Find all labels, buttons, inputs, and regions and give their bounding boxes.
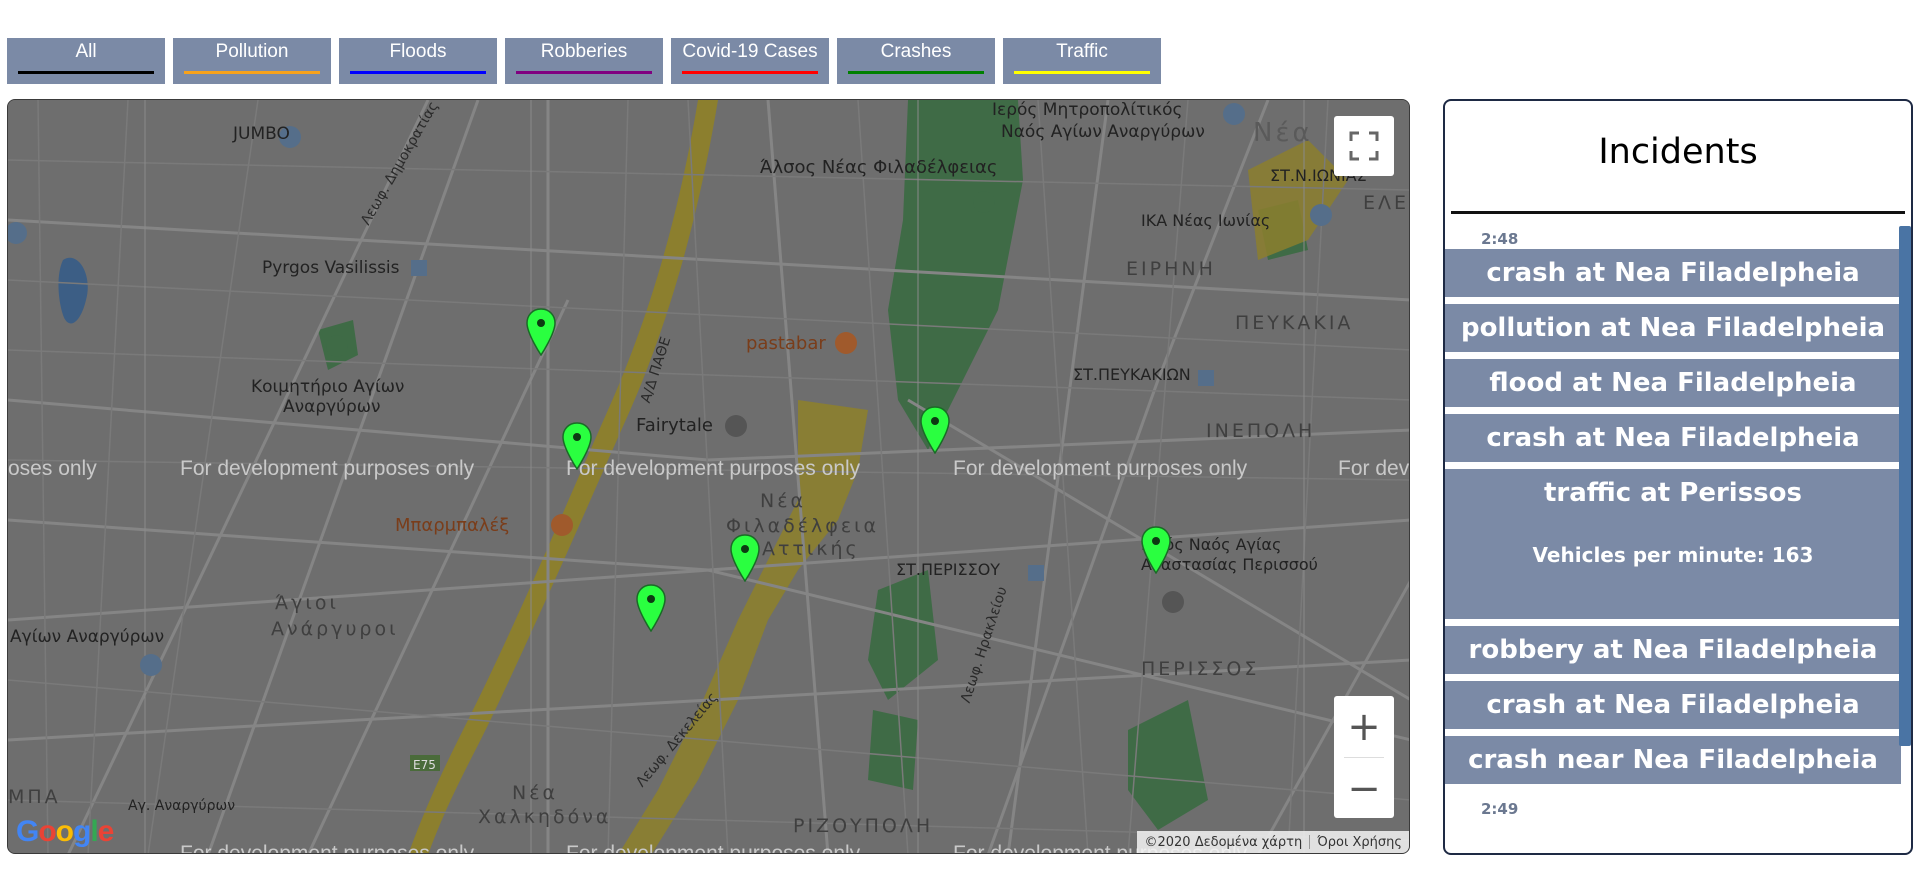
- area-label: ΠΕΡΙΣΣΟΣ: [1141, 658, 1260, 680]
- area-label: Αττικής: [762, 538, 860, 560]
- zoom-control: + −: [1334, 696, 1394, 818]
- fullscreen-button[interactable]: [1334, 116, 1394, 176]
- incident-card[interactable]: flood at Nea Filadelpheia: [1445, 359, 1901, 407]
- incident-map[interactable]: JUMBO Ιερός Μητροπολίτικός Ναός Αγίων Αν…: [7, 99, 1410, 854]
- map-pin-icon[interactable]: [730, 534, 760, 582]
- area-label: Νέα: [760, 490, 807, 512]
- area-label: ΙΝΕΠΟΛΗ: [1206, 420, 1316, 442]
- incident-label: traffic at Perissos: [1544, 478, 1802, 508]
- place-label: Αγίων Αναργύρων: [10, 627, 165, 647]
- filter-underline: [18, 71, 154, 74]
- filter-crashes-button[interactable]: Crashes: [837, 38, 995, 84]
- place-label: Κοιμητήριο Αγίων: [251, 377, 405, 397]
- incident-label: pollution at Nea Filadelpheia: [1460, 313, 1886, 343]
- area-label: Άγιοι: [275, 592, 339, 614]
- area-label: Ανάργυροι: [271, 618, 399, 640]
- dev-watermark: For dev: [1338, 457, 1410, 480]
- filter-covid-button[interactable]: Covid-19 Cases: [671, 38, 829, 84]
- place-label: Fairytale: [636, 415, 713, 436]
- place-label: pastabar: [746, 333, 826, 354]
- area-label: ΕΛΕ: [1363, 192, 1410, 214]
- filter-underline: [682, 71, 818, 74]
- zoom-in-button[interactable]: +: [1334, 696, 1394, 757]
- incident-label: crash at Nea Filadelpheia: [1486, 423, 1860, 453]
- terms-link[interactable]: Όροι Χρήσης: [1310, 835, 1409, 850]
- dev-watermark: For development purposes only: [566, 842, 861, 854]
- incidents-title: Incidents: [1598, 132, 1758, 172]
- filter-label: Crashes: [880, 41, 952, 62]
- map-pin-icon[interactable]: [920, 406, 950, 454]
- dev-watermark: For development purposes only: [180, 842, 475, 854]
- filter-underline: [848, 71, 984, 74]
- incident-label: flood at Nea Filadelpheia: [1489, 368, 1857, 398]
- filter-underline: [184, 71, 320, 74]
- area-label: ΕΙΡΗΝΗ: [1126, 258, 1216, 280]
- fullscreen-icon: [1349, 131, 1379, 161]
- incident-detail: Vehicles per minute: 163: [1532, 543, 1814, 567]
- app-root: All Pollution Floods Robberies Covid-19 …: [0, 0, 1915, 885]
- incident-card[interactable]: crash near Nea Filadelpheia: [1445, 736, 1901, 784]
- filter-label: Pollution: [215, 41, 289, 62]
- incident-card[interactable]: pollution at Nea Filadelpheia: [1445, 304, 1901, 352]
- filter-underline: [1014, 71, 1150, 74]
- incident-label: crash near Nea Filadelpheia: [1468, 745, 1878, 775]
- map-attribution: ©2020 Δεδομένα χάρτη Όροι Χρήσης: [1137, 831, 1409, 853]
- place-label: ΣΤ.ΠΕΥΚΑΚΙΩΝ: [1073, 365, 1191, 384]
- place-label: Pyrgos Vasilissis: [262, 258, 400, 278]
- area-label: ΠΕΥΚΑΚΙΑ: [1235, 312, 1354, 334]
- road-label: E75: [413, 758, 436, 772]
- incidents-panel: Incidents 2:48 crash at Nea Filadelpheia…: [1443, 99, 1913, 855]
- time-stamp: 2:49: [1481, 800, 1519, 818]
- incident-scrollbar[interactable]: [1899, 226, 1911, 746]
- map-pin-icon[interactable]: [1141, 526, 1171, 574]
- incident-card-expanded[interactable]: traffic at Perissos Vehicles per minute:…: [1445, 469, 1901, 619]
- incident-label: robbery at Nea Filadelpheia: [1468, 635, 1878, 665]
- place-label: Αναργύρων: [283, 397, 381, 417]
- zoom-out-button[interactable]: −: [1334, 758, 1394, 819]
- area-label: ΜΠΑ: [8, 786, 61, 808]
- place-label: Ναός Αγίων Αναργύρων: [1001, 122, 1205, 142]
- incident-card[interactable]: crash at Nea Filadelpheia: [1445, 681, 1901, 729]
- filter-label: Traffic: [1056, 41, 1108, 62]
- map-pin-icon[interactable]: [636, 584, 666, 632]
- incident-list[interactable]: 2:48 crash at Nea Filadelpheia pollution…: [1445, 221, 1901, 819]
- place-label: JUMBO: [233, 124, 290, 144]
- filter-robberies-button[interactable]: Robberies: [505, 38, 663, 84]
- place-label: Αγ. Αναργύρων: [128, 798, 236, 814]
- title-divider: [1451, 211, 1905, 214]
- incident-label: crash at Nea Filadelpheia: [1486, 690, 1860, 720]
- dev-watermark: oses only: [8, 457, 97, 480]
- google-logo: Google: [16, 815, 114, 848]
- filter-all-button[interactable]: All: [7, 38, 165, 84]
- incident-card[interactable]: crash at Nea Filadelpheia: [1445, 249, 1901, 297]
- incident-label: crash at Nea Filadelpheia: [1486, 258, 1860, 288]
- filter-label: All: [75, 41, 97, 62]
- filter-traffic-button[interactable]: Traffic: [1003, 38, 1161, 84]
- filter-underline: [516, 71, 652, 74]
- map-pin-icon[interactable]: [562, 422, 592, 470]
- filter-label: Covid-19 Cases: [682, 41, 818, 62]
- dev-watermark: For development purposes only: [953, 457, 1248, 480]
- place-label: ΙΚΑ Νέας Ιωνίας: [1141, 211, 1271, 230]
- incident-card[interactable]: robbery at Nea Filadelpheia: [1445, 626, 1901, 674]
- place-label: Ιερός Μητροπολίτικός: [992, 100, 1183, 120]
- dev-watermark: For development purposes only: [566, 457, 861, 480]
- area-label: Νέα: [1253, 118, 1313, 148]
- filter-pollution-button[interactable]: Pollution: [173, 38, 331, 84]
- map-pin-icon[interactable]: [526, 308, 556, 356]
- copyright-text: ©2020 Δεδομένα χάρτη: [1144, 834, 1303, 850]
- area-label: Νέα: [512, 782, 559, 804]
- filter-floods-button[interactable]: Floods: [339, 38, 497, 84]
- area-label: Χαλκηδόνα: [478, 806, 612, 828]
- filter-label: Floods: [389, 41, 447, 62]
- place-label: ΣΤ.ΠΕΡΙΣΣΟΥ: [896, 560, 1001, 579]
- time-stamp: 2:48: [1481, 230, 1519, 248]
- filter-label: Robberies: [540, 41, 628, 62]
- place-label: Άλσος Νέας Φιλαδέλφειας: [760, 157, 998, 178]
- area-label: ΡΙΖΟΥΠΟΛΗ: [793, 815, 934, 837]
- place-label: Μπαρμπαλέξ: [395, 515, 510, 536]
- incident-card[interactable]: crash at Nea Filadelpheia: [1445, 414, 1901, 462]
- dev-watermark: For development purposes only: [180, 457, 475, 480]
- filter-underline: [350, 71, 486, 74]
